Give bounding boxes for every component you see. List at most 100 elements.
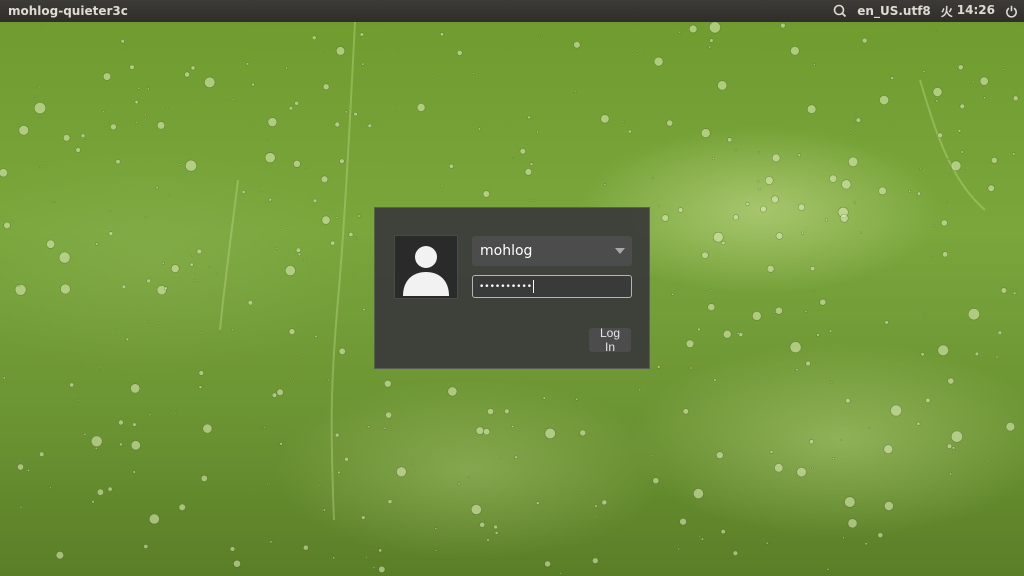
raindrop — [677, 547, 680, 551]
raindrop — [383, 426, 387, 430]
raindrop — [198, 385, 203, 390]
raindrop — [789, 341, 802, 354]
raindrop — [321, 215, 331, 225]
raindrop — [775, 306, 783, 315]
raindrop — [712, 156, 716, 160]
raindrop — [246, 450, 250, 453]
raindrop — [689, 366, 693, 370]
raindrop — [951, 446, 956, 450]
raindrop — [178, 163, 182, 166]
raindrop — [189, 262, 194, 267]
raindrop — [62, 134, 71, 142]
raindrop — [511, 424, 515, 428]
raindrop — [33, 102, 46, 115]
raindrop — [115, 159, 121, 165]
raindrop — [129, 64, 135, 70]
raindrop — [816, 333, 820, 337]
raindrop — [573, 41, 581, 49]
raindrop — [276, 388, 284, 396]
raindrop — [959, 103, 965, 110]
raindrop — [434, 527, 438, 531]
raindrop — [955, 68, 958, 71]
raindrop — [161, 261, 165, 265]
raindrop — [574, 90, 577, 93]
raindrop — [854, 112, 858, 115]
raindrop — [745, 202, 750, 207]
raindrop — [470, 504, 482, 515]
username-select[interactable]: mohlog — [472, 236, 632, 266]
raindrop — [682, 408, 689, 415]
raindrop — [809, 439, 814, 445]
raindrop — [974, 351, 980, 357]
raindrop — [147, 320, 150, 323]
raindrop — [712, 231, 724, 243]
raindrop — [440, 184, 444, 188]
power-icon[interactable] — [1005, 5, 1018, 18]
login-screen: mohlog-quieter3c en_US.utf8 火 14:26 mohl… — [0, 0, 1024, 576]
raindrop — [134, 100, 139, 105]
raindrop — [709, 38, 714, 43]
raindrop — [208, 265, 211, 268]
raindrop — [828, 329, 833, 333]
raindrop — [204, 76, 216, 88]
raindrop — [713, 378, 717, 382]
raindrop — [732, 214, 739, 221]
raindrop — [700, 128, 711, 138]
keyboard-layout-indicator[interactable]: en_US.utf8 — [857, 4, 930, 18]
raindrop — [334, 121, 341, 128]
raindrop — [859, 231, 863, 234]
password-field[interactable]: •••••••••• — [472, 275, 632, 298]
raindrop — [294, 101, 299, 106]
raindrop — [849, 128, 853, 132]
raindrop — [385, 411, 392, 419]
raindrop — [194, 96, 197, 100]
raindrop — [359, 32, 365, 37]
raindrop — [318, 484, 321, 487]
clock[interactable]: 火 14:26 — [941, 3, 995, 20]
raindrop — [157, 322, 160, 325]
raindrop — [721, 240, 726, 246]
raindrop — [387, 499, 393, 504]
raindrop — [121, 284, 126, 289]
raindrop — [765, 541, 769, 545]
raindrop — [146, 278, 151, 284]
raindrop — [657, 205, 661, 208]
raindrop — [542, 396, 546, 400]
raindrop — [983, 96, 987, 100]
raindrop — [279, 225, 283, 228]
raindrop — [1005, 422, 1016, 432]
raindrop — [1000, 287, 1008, 294]
raindrop — [3, 221, 11, 229]
raindrop — [289, 377, 292, 380]
raindrop — [922, 70, 926, 74]
raindrop — [864, 542, 868, 546]
raindrop — [46, 239, 56, 249]
clock-time: 14:26 — [956, 2, 995, 17]
raindrop — [365, 556, 368, 559]
raindrop — [932, 87, 943, 97]
raindrop — [774, 463, 784, 473]
raindrop — [98, 366, 101, 369]
raindrop — [383, 379, 392, 388]
raindrop — [90, 435, 103, 448]
raindrop — [296, 356, 299, 359]
login-button[interactable]: Log In — [589, 326, 631, 354]
raindrop — [199, 331, 203, 334]
raindrop — [447, 386, 458, 397]
raindrop — [393, 111, 397, 115]
raindrop — [592, 557, 599, 564]
raindrop — [130, 440, 141, 451]
raindrop — [606, 155, 610, 159]
raindrop — [734, 148, 738, 151]
raindrop — [75, 147, 81, 153]
raindrop — [715, 451, 724, 460]
raindrop — [775, 232, 784, 240]
raindrop — [135, 121, 138, 124]
raindrop — [890, 76, 895, 80]
raindrop — [722, 329, 732, 339]
raindrop — [174, 412, 177, 415]
raindrop — [919, 167, 922, 170]
accessibility-icon[interactable] — [833, 4, 847, 18]
raindrop — [757, 187, 761, 191]
raindrop — [839, 213, 849, 223]
